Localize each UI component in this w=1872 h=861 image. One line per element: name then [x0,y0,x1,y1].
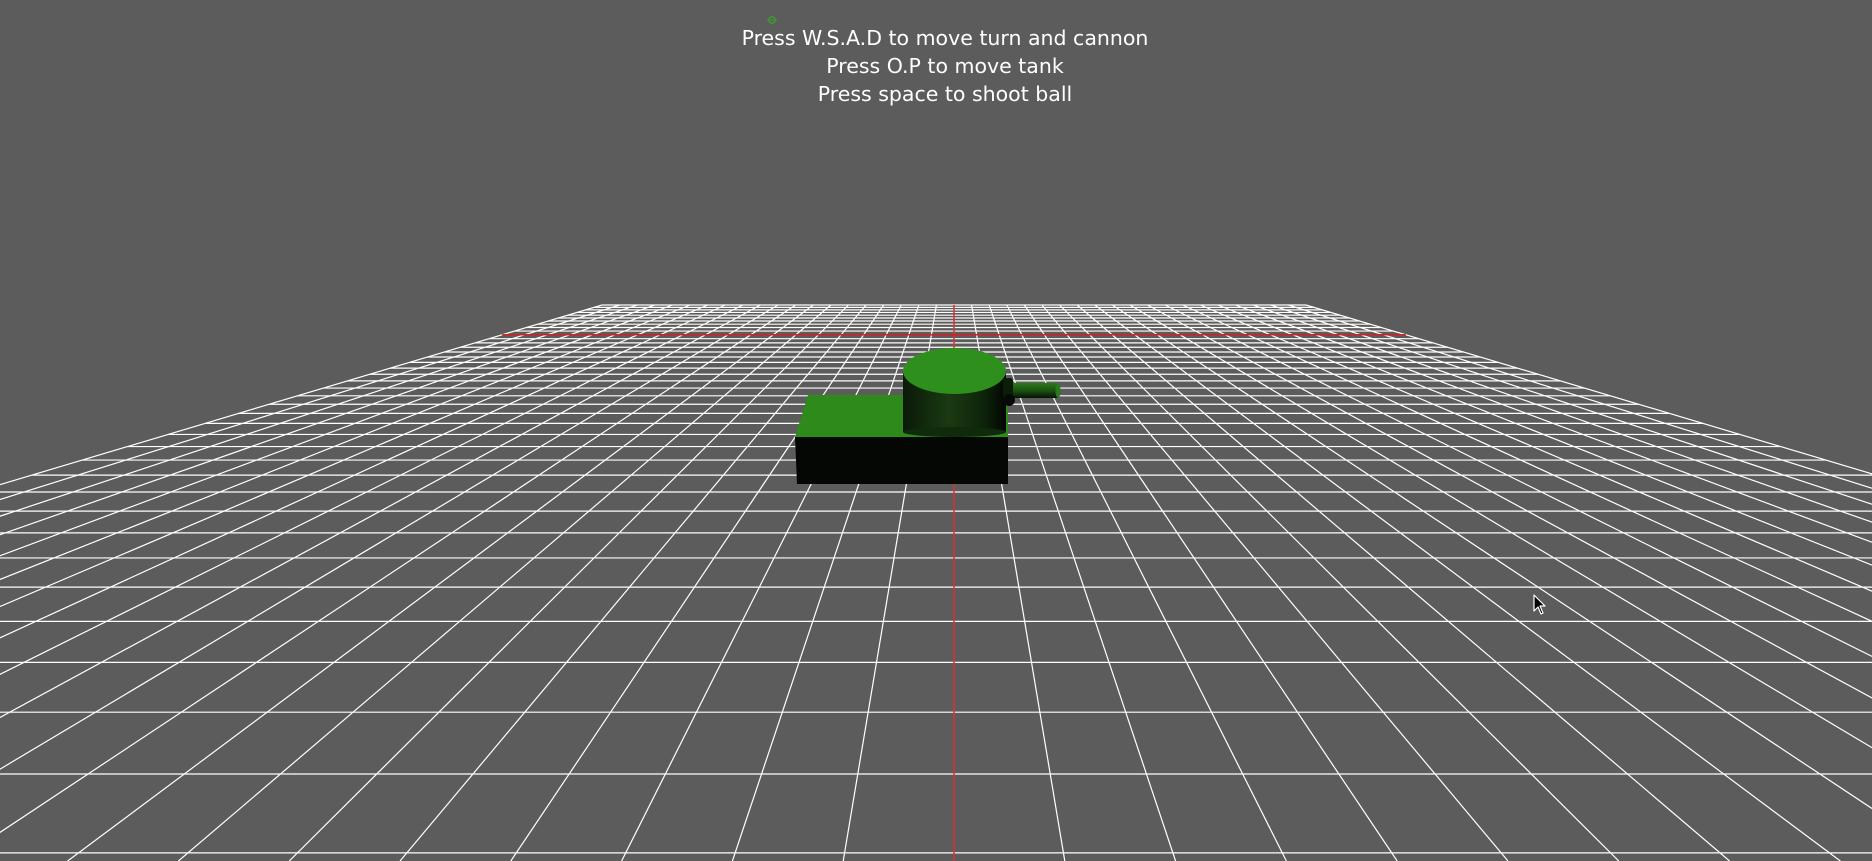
tank-cannon-joint [1003,394,1015,406]
tank-turret-bottom [903,427,1006,437]
tank-cannon-tip [1055,383,1061,398]
tank-cannon-barrel [1010,383,1058,398]
instruction-line-1: Press W.S.A.D to move turn and cannon [741,26,1149,50]
tank-hull-front [795,437,1008,484]
3d-scene[interactable] [0,0,1872,861]
instructions-overlay: Press W.S.A.D to move turn and cannon Pr… [0,24,1872,108]
arrow-cursor-icon [1533,594,1546,615]
instruction-line-3: Press space to shoot ball [817,82,1073,106]
tank-turret-top [903,348,1006,394]
instruction-line-2: Press O.P to move tank [826,54,1064,78]
game-viewport[interactable]: Press W.S.A.D to move turn and cannon Pr… [0,0,1872,861]
